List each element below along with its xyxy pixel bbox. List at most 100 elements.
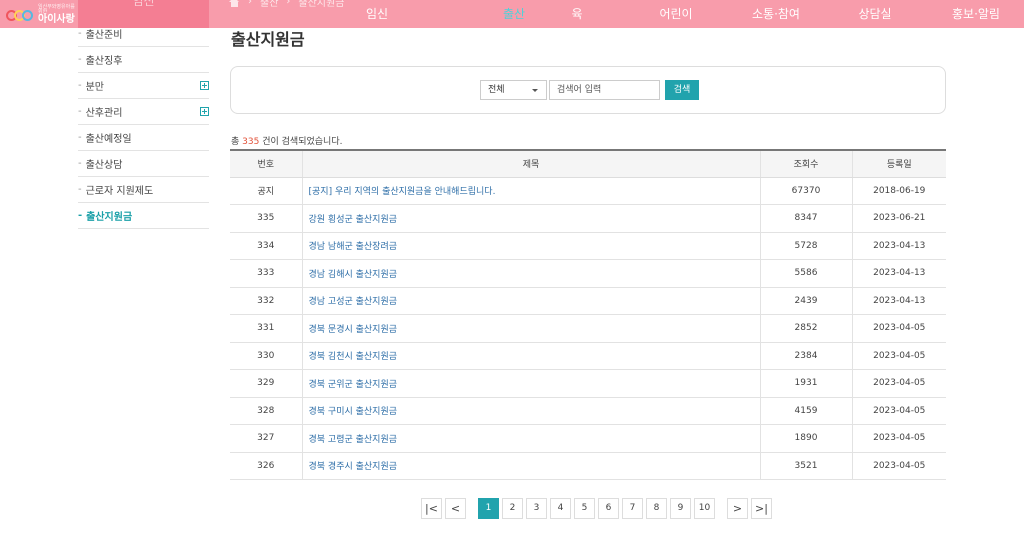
posts-table: 번호 제목 조회수 등록일 공지 [공지] 우리 지역의 출산지원금을 안내해드립… [230,149,946,480]
sidebar-item-label: 분만 [85,82,105,93]
cell-title-link[interactable]: 강원 횡성군 출산지원금 [301,204,760,233]
cell-title-link[interactable]: 경북 군위군 출산지원금 [301,369,760,398]
table-row[interactable]: 327 경북 고령군 출산지원금 1890 2023-04-05 [230,424,946,453]
page-button[interactable]: 8 [646,498,667,519]
nav-item-news[interactable]: 홍보·알림 [950,0,1002,28]
result-count: 총 335 건이 검색되었습니다. [231,134,342,147]
pagination: |< < 1 2 3 4 5 6 7 8 9 10 > >| [421,498,772,519]
cell-date: 2018-06-19 [851,177,946,205]
sidebar-item-birth-prep[interactable]: - 출산준비 [78,21,209,47]
cell-number: 공지 [230,177,302,205]
sidebar-item-label: 출산징후 [85,56,123,67]
cell-number: 326 [230,452,302,480]
sidebar-item-due-date[interactable]: - 출산예정일 [78,125,209,151]
cell-views: 1931 [759,369,852,398]
search-button[interactable]: 검색 [665,80,699,100]
cell-number: 335 [230,204,302,233]
page-button[interactable]: 5 [574,498,595,519]
nav-item-community[interactable]: 소통·참여 [750,0,802,28]
last-page-icon[interactable]: >| [751,498,772,519]
logo-subtitle: 임산부와영유아를위한 [38,4,75,15]
cell-number: 331 [230,314,302,343]
cell-number: 332 [230,287,302,315]
sidebar-item-postpartum[interactable]: - 산후관리 [78,99,209,125]
table-row[interactable]: 329 경북 군위군 출산지원금 1931 2023-04-05 [230,369,946,398]
nav-item-pregnancy[interactable]: 임신 [340,0,414,28]
table-row[interactable]: 335 강원 횡성군 출산지원금 8347 2023-06-21 [230,204,946,233]
sidebar-item-label: 출산상담 [85,160,123,171]
sidebar-item-labor-signs[interactable]: - 출산징후 [78,47,209,73]
page-title: 출산지원금 [231,30,305,49]
breadcrumb-item[interactable]: 출산 [260,0,278,9]
sidebar-item-label: 산후관리 [85,108,123,119]
search-panel: 전체 검색어 입력 검색 [230,66,946,114]
logo-circles-icon [6,9,33,21]
table-row[interactable]: 330 경북 김천시 출산지원금 2384 2023-04-05 [230,342,946,370]
page-button[interactable]: 10 [694,498,715,519]
cell-title-link[interactable]: 경북 문경시 출산지원금 [301,314,760,343]
sidebar-item-delivery[interactable]: - 분만 [78,73,209,99]
prev-page-icon[interactable]: < [445,498,466,519]
cell-views: 1890 [759,424,852,453]
cell-title-link[interactable]: 경남 김해시 출산지원금 [301,259,760,288]
column-header-number: 번호 [230,149,302,178]
breadcrumb-item-current[interactable]: 출산지원금 [298,0,344,9]
cell-title-link[interactable]: 경남 남해군 출산장려금 [301,232,760,260]
column-header-views: 조회수 [759,149,852,178]
cell-title-link[interactable]: 경북 경주시 출산지원금 [301,452,760,480]
sidebar-item-label: 출산준비 [85,30,123,41]
expand-plus-icon[interactable] [200,81,209,90]
table-row[interactable]: 332 경남 고성군 출산지원금 2439 2023-04-13 [230,287,946,315]
cell-number: 327 [230,424,302,453]
table-row[interactable]: 334 경남 남해군 출산장려금 5728 2023-04-13 [230,232,946,260]
cell-date: 2023-04-05 [851,342,946,370]
table-row[interactable]: 333 경남 김해시 출산지원금 5586 2023-04-13 [230,259,946,288]
expand-plus-icon[interactable] [200,107,209,116]
search-category-select[interactable]: 전체 [480,80,547,100]
select-value: 전체 [488,85,505,95]
cell-views: 5586 [759,259,852,288]
nav-item-daycare[interactable]: 어린이집 [654,0,698,56]
site-logo[interactable]: 임산부와영유아를위한 아이사랑 [6,4,78,26]
cell-date: 2023-04-05 [851,452,946,480]
sidebar-item-consult[interactable]: - 출산상담 [78,151,209,177]
search-input[interactable]: 검색어 입력 [549,80,660,100]
caret-down-icon [532,89,538,92]
next-page-icon[interactable]: > [727,498,748,519]
breadcrumb-separator: › [286,0,291,7]
page-button[interactable]: 7 [622,498,643,519]
nav-item-counseling[interactable]: 상담실 [858,0,892,28]
cell-date: 2023-04-05 [851,369,946,398]
page-button[interactable]: 9 [670,498,691,519]
column-header-date: 등록일 [851,149,946,178]
cell-number: 333 [230,259,302,288]
result-prefix: 총 [231,137,240,147]
page-button[interactable]: 2 [502,498,523,519]
cell-views: 2384 [759,342,852,370]
table-row[interactable]: 326 경북 경주시 출산지원금 3521 2023-04-05 [230,452,946,480]
sidebar-item-worker-support[interactable]: - 근로자 지원제도 [78,177,209,203]
sidebar-item-label: 출산예정일 [85,134,132,145]
cell-title-link[interactable]: 경남 고성군 출산지원금 [301,287,760,315]
cell-title-link[interactable]: [공지] 우리 지역의 출산지원금을 안내해드립니다. [301,177,760,205]
sidebar-item-birth-subsidy[interactable]: - 출산지원금 [78,203,209,229]
cell-date: 2023-04-05 [851,314,946,343]
breadcrumb: › 출산 › 출산지원금 [229,0,344,9]
cell-date: 2023-04-13 [851,259,946,288]
cell-title-link[interactable]: 경북 고령군 출산지원금 [301,424,760,453]
page-button[interactable]: 3 [526,498,547,519]
nav-item-parenting[interactable]: 육아 [567,0,587,56]
cell-number: 328 [230,397,302,425]
table-row[interactable]: 331 경북 문경시 출산지원금 2852 2023-04-05 [230,314,946,343]
column-header-title: 제목 [301,149,760,178]
page-button[interactable]: 4 [550,498,571,519]
page-button-current[interactable]: 1 [478,498,499,519]
first-page-icon[interactable]: |< [421,498,442,519]
cell-title-link[interactable]: 경북 구미시 출산지원금 [301,397,760,425]
table-row[interactable]: 공지 [공지] 우리 지역의 출산지원금을 안내해드립니다. 67370 2018-0… [230,177,946,205]
cell-views: 4159 [759,397,852,425]
table-row[interactable]: 328 경북 구미시 출산지원금 4159 2023-04-05 [230,397,946,425]
cell-title-link[interactable]: 경북 김천시 출산지원금 [301,342,760,370]
page-button[interactable]: 6 [598,498,619,519]
home-icon[interactable] [229,0,240,7]
